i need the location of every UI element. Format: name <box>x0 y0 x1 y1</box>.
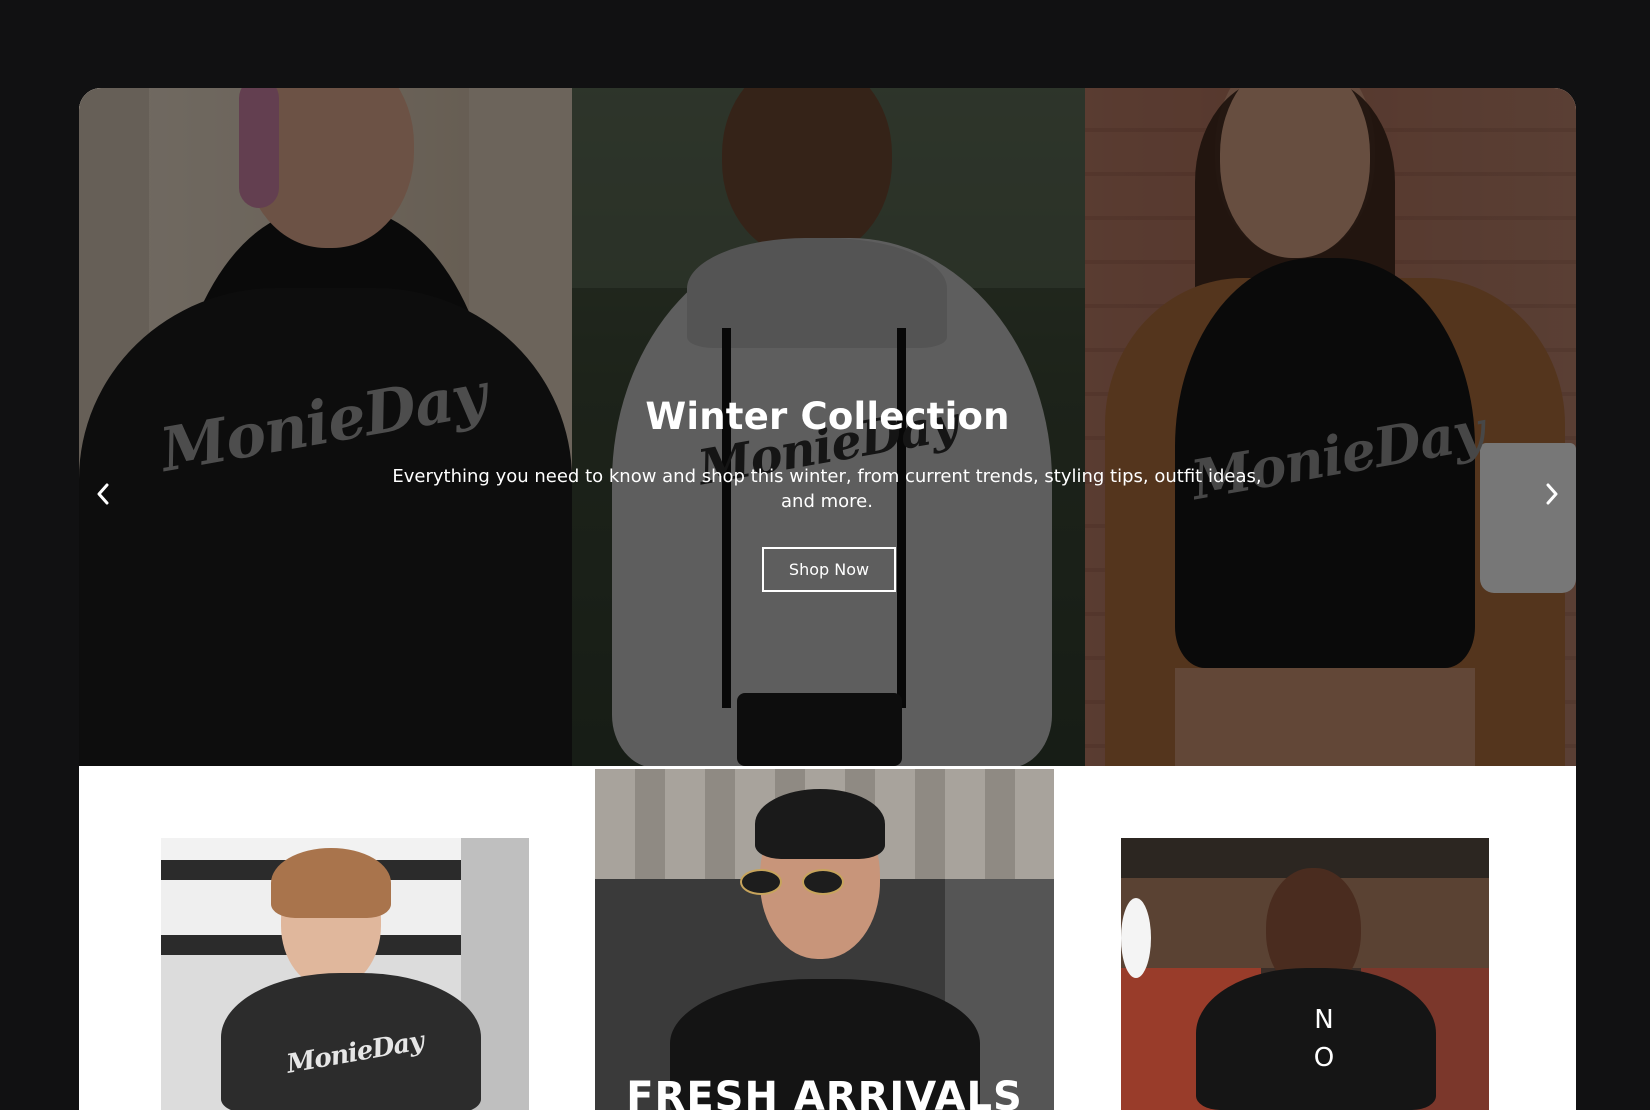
shop-now-button[interactable]: Shop Now <box>762 547 896 592</box>
site-frame: MonieDay MonieDay MonieDay Winter Collec <box>79 88 1576 1110</box>
hoodie-letter: O <box>1313 1043 1335 1073</box>
chevron-left-icon <box>97 483 109 505</box>
collection-card-left[interactable]: MonieDay <box>161 838 529 1110</box>
hoodie-vertical-letters: N O <box>1309 1001 1339 1077</box>
collection-title: FRESH ARRIVALS <box>626 1074 1023 1110</box>
hero-content: Winter Collection Everything you need to… <box>79 88 1576 766</box>
slider-next-button[interactable] <box>1537 476 1567 512</box>
slider-prev-button[interactable] <box>88 476 118 512</box>
collections-row: MonieDay FRESH ARRIVALS N O <box>79 766 1576 1110</box>
hoodie-letter: N <box>1314 1005 1334 1035</box>
hero-slider: MonieDay MonieDay MonieDay Winter Collec <box>79 88 1576 766</box>
chevron-right-icon <box>1546 483 1558 505</box>
hero-title: Winter Collection <box>645 395 1010 438</box>
hero-subtitle: Everything you need to know and shop thi… <box>392 466 1262 512</box>
collection-card-fresh-arrivals[interactable]: FRESH ARRIVALS <box>595 769 1054 1110</box>
collection-card-right[interactable]: N O <box>1121 838 1489 1110</box>
